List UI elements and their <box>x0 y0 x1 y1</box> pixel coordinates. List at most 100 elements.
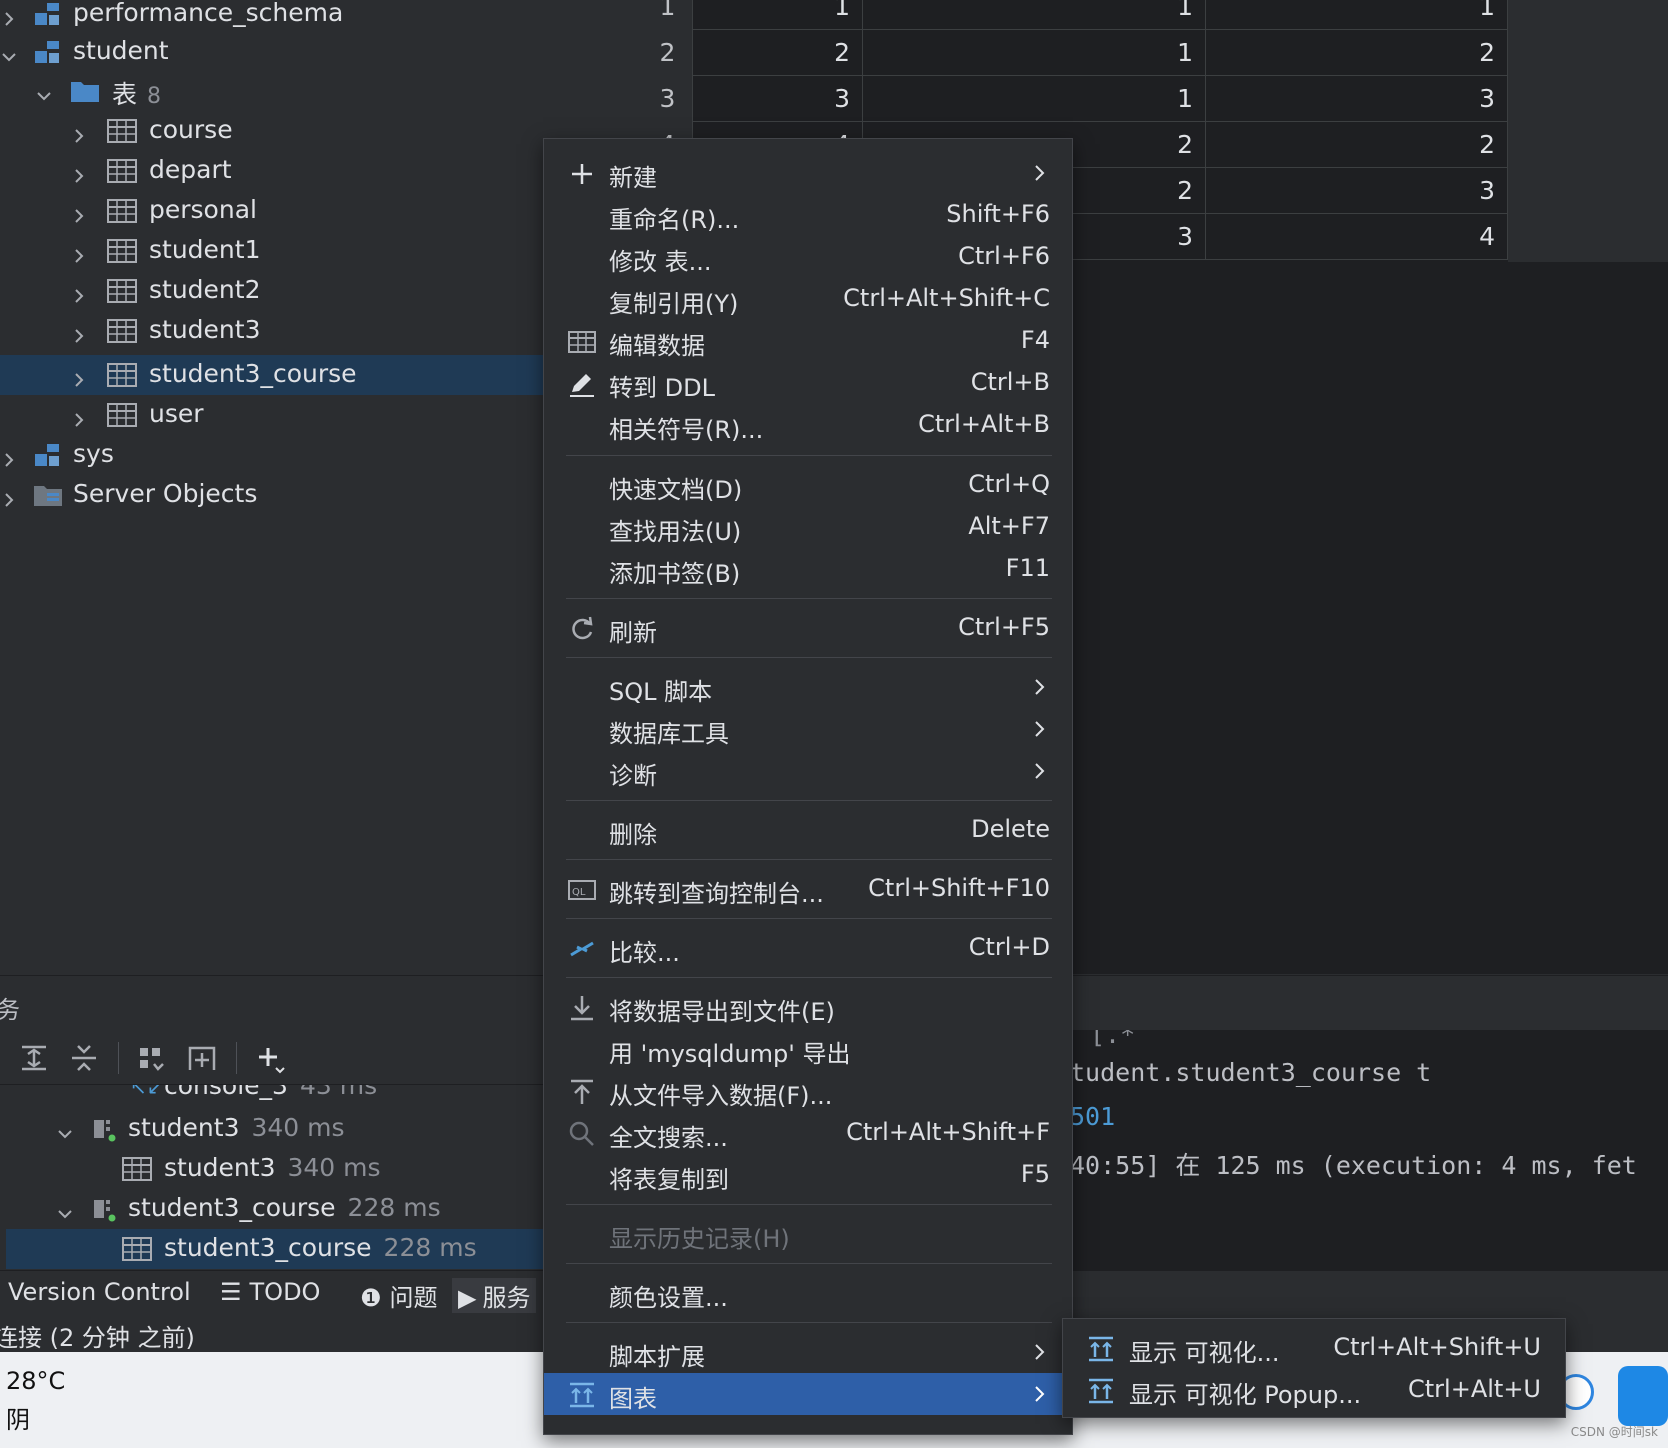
chevron-right-icon[interactable] <box>70 282 88 303</box>
menu-item-label: SQL 脚本 <box>609 678 713 706</box>
tree-item-server-objects[interactable]: Server Objects <box>0 475 545 515</box>
tree-item-performance-schema[interactable]: performance_schema <box>0 0 545 34</box>
menu-item-full-text-search[interactable]: 全文搜索... Ctrl+Alt+Shift+F <box>544 1112 1072 1154</box>
add-icon[interactable] <box>254 1042 286 1074</box>
submenu-diagrams: 显示 可视化... Ctrl+Alt+Shift+U 显示 可视化 Popup.… <box>1062 1318 1566 1418</box>
chevron-right-icon[interactable] <box>70 162 88 183</box>
chevron-right-icon[interactable] <box>70 322 88 343</box>
chevron-right-icon[interactable] <box>70 202 88 223</box>
table-cell[interactable]: 1 <box>693 0 863 30</box>
menu-item-delete[interactable]: 删除 Delete <box>544 809 1072 851</box>
row-number: 1 <box>643 0 693 30</box>
chevron-right-icon[interactable] <box>0 486 18 507</box>
tree-item-student2[interactable]: student2 <box>0 271 545 311</box>
console-icon: ↖↙ <box>130 1085 164 1099</box>
menu-item-rename[interactable]: 重命名(R)... Shift+F6 <box>544 194 1072 236</box>
menu-item-label: 比较... <box>609 939 680 967</box>
weather-temperature[interactable]: 28°C <box>6 1367 65 1395</box>
tree-item-course[interactable]: course <box>0 111 545 151</box>
menu-item-label: 新建 <box>609 164 657 192</box>
diagram-icon <box>1087 1377 1115 1405</box>
menu-item-refresh[interactable]: 刷新 Ctrl+F5 <box>544 607 1072 649</box>
list-item[interactable]: student3_course 228 ms <box>6 1189 545 1229</box>
chevron-right-icon[interactable] <box>0 5 18 26</box>
table-cell[interactable]: 2 <box>693 30 863 76</box>
table-cell[interactable]: 2 <box>1206 30 1508 76</box>
menu-item-related-symbol[interactable]: 相关符号(R)... Ctrl+Alt+B <box>544 404 1072 446</box>
table-cell[interactable]: 1 <box>863 0 1206 30</box>
menu-item-modify-table[interactable]: 修改 表... Ctrl+F6 <box>544 236 1072 278</box>
chevron-right-icon[interactable] <box>70 122 88 143</box>
new-service-icon[interactable] <box>186 1042 218 1074</box>
menu-item-add-bookmark[interactable]: 添加书签(B) F11 <box>544 548 1072 590</box>
menu-item-go-to-ddl[interactable]: 转到 DDL Ctrl+B <box>544 362 1072 404</box>
tree-item-depart[interactable]: depart <box>0 151 545 191</box>
table-cell[interactable]: 3 <box>693 76 863 122</box>
tree-item-student3-course[interactable]: student3_course <box>0 355 545 395</box>
menu-item-new[interactable]: 新建 <box>544 152 1072 194</box>
menu-item-mysqldump-export[interactable]: 用 'mysqldump' 导出 <box>544 1028 1072 1070</box>
chevron-right-icon[interactable] <box>0 446 18 467</box>
table-cell[interactable]: 3 <box>1206 76 1508 122</box>
table-row[interactable]: 1 1 1 1 <box>643 0 1508 30</box>
menu-item-jump-to-console[interactable]: QL 跳转到查询控制台... Ctrl+Shift+F10 <box>544 868 1072 910</box>
submenu-item-show-visualization-popup[interactable]: 显示 可视化 Popup... Ctrl+Alt+U <box>1063 1369 1565 1411</box>
table-row[interactable]: 2 2 1 2 <box>643 30 1508 76</box>
chevron-right-icon[interactable] <box>70 242 88 263</box>
list-item[interactable]: student3 340 ms <box>6 1109 545 1149</box>
weather-description[interactable]: 阴 <box>6 1400 30 1435</box>
table-cell[interactable]: 1 <box>863 76 1206 122</box>
tree-item-student3[interactable]: student3 <box>0 311 545 351</box>
tree-item-tables-folder[interactable]: 表8 <box>0 71 545 111</box>
menu-item-export-data[interactable]: 将数据导出到文件(E) <box>544 986 1072 1028</box>
menu-item-label: 编辑数据 <box>609 332 705 360</box>
table-cell[interactable]: 1 <box>863 30 1206 76</box>
diagram-icon <box>568 1381 596 1409</box>
list-item[interactable]: student3 340 ms <box>6 1149 545 1189</box>
tree-item-student1[interactable]: student1 <box>0 231 545 271</box>
menu-item-quick-doc[interactable]: 快速文档(D) Ctrl+Q <box>544 464 1072 506</box>
app-icon[interactable] <box>1618 1366 1668 1426</box>
tree-item-sys[interactable]: sys <box>0 435 545 475</box>
menu-item-edit-data[interactable]: 编辑数据 F4 <box>544 320 1072 362</box>
list-item[interactable]: ↖↙ console_3 43 ms <box>6 1085 545 1109</box>
menu-item-diagrams[interactable]: 图表 <box>544 1373 1072 1415</box>
tab-version-control[interactable]: Version Control <box>8 1278 191 1306</box>
table-cell[interactable]: 4 <box>1206 214 1508 260</box>
tree-item-user[interactable]: user <box>0 395 545 435</box>
menu-item-copy-reference[interactable]: 复制引用(Y) Ctrl+Alt+Shift+C <box>544 278 1072 320</box>
tree-item-label: student2 <box>149 275 261 304</box>
tree-item-label: student <box>73 36 169 65</box>
chevron-down-icon[interactable] <box>56 1120 74 1139</box>
table-cell[interactable]: 3 <box>1206 168 1508 214</box>
menu-item-diagnostics[interactable]: 诊断 <box>544 750 1072 792</box>
table-cell[interactable]: 2 <box>1206 122 1508 168</box>
expand-all-icon[interactable] <box>18 1042 50 1074</box>
chevron-down-icon[interactable] <box>56 1200 74 1219</box>
menu-item-import-data[interactable]: 从文件导入数据(F)... <box>544 1070 1072 1112</box>
collapse-all-icon[interactable] <box>68 1042 100 1074</box>
menu-item-color-settings[interactable]: 颜色设置... <box>544 1272 1072 1314</box>
chevron-right-icon[interactable] <box>70 406 88 427</box>
menu-item-find-usages[interactable]: 查找用法(U) Alt+F7 <box>544 506 1072 548</box>
tab-problems[interactable]: ❶ 问题 <box>360 1278 438 1313</box>
chevron-down-icon[interactable] <box>35 82 53 101</box>
tree-item-personal[interactable]: personal <box>0 191 545 231</box>
menu-item-sql-scripts[interactable]: SQL 脚本 <box>544 666 1072 708</box>
menu-item-shortcut: Ctrl+Alt+Shift+U <box>1333 1333 1541 1361</box>
submenu-item-show-visualization[interactable]: 显示 可视化... Ctrl+Alt+Shift+U <box>1063 1327 1565 1369</box>
tab-services[interactable]: ▶ 服务 <box>452 1278 537 1313</box>
menu-item-database-tools[interactable]: 数据库工具 <box>544 708 1072 750</box>
chevron-down-icon[interactable] <box>0 43 18 62</box>
menu-item-script-extensions[interactable]: 脚本扩展 <box>544 1331 1072 1373</box>
chevron-right-icon[interactable] <box>70 366 88 387</box>
menu-item-compare[interactable]: 比较... Ctrl+D <box>544 927 1072 969</box>
group-by-icon[interactable] <box>136 1042 168 1074</box>
database-schema-icon <box>33 39 63 65</box>
tree-item-student[interactable]: student <box>0 32 545 72</box>
menu-item-copy-table-to[interactable]: 将表复制到 F5 <box>544 1154 1072 1196</box>
table-row[interactable]: 3 3 1 3 <box>643 76 1508 122</box>
tab-todo[interactable]: ☰ TODO <box>220 1278 320 1306</box>
table-cell[interactable]: 1 <box>1206 0 1508 30</box>
list-item[interactable]: student3_course 228 ms <box>6 1229 545 1269</box>
